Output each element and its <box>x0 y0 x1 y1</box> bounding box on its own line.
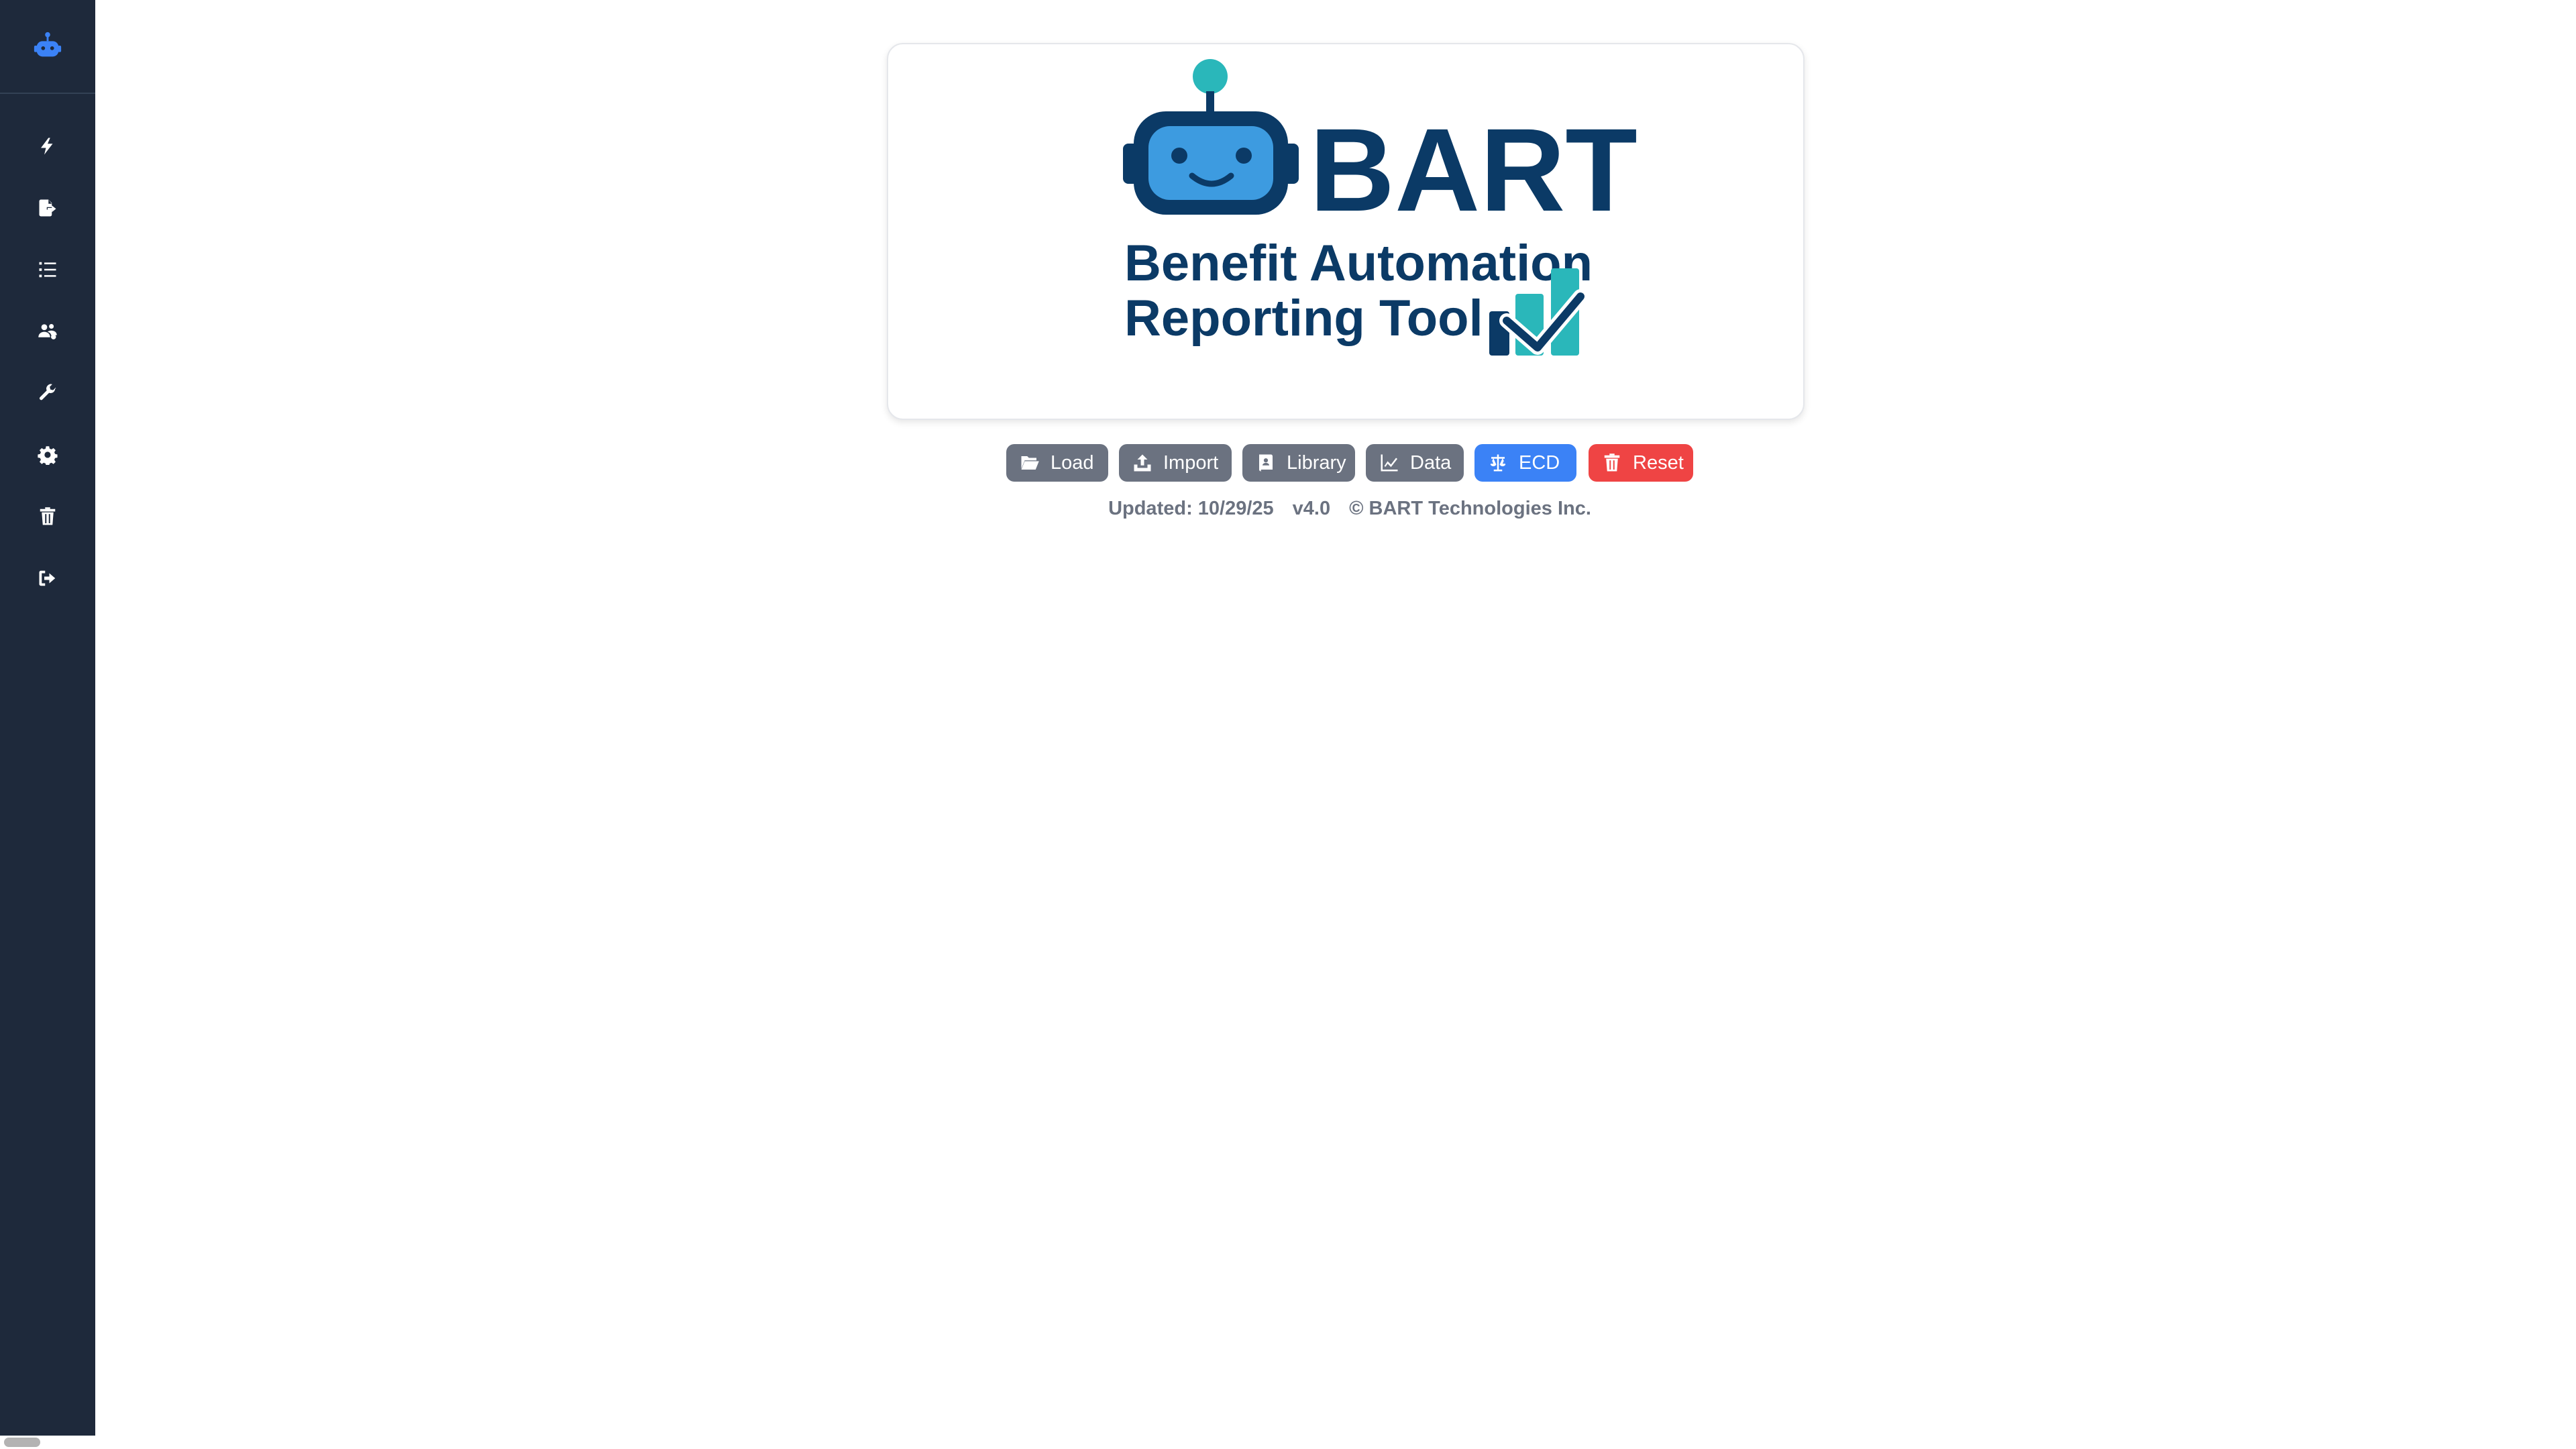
trash-icon <box>40 507 56 525</box>
line-chart-icon <box>1381 454 1398 472</box>
sidebar-item-export[interactable] <box>0 181 95 235</box>
sidebar-item-delete[interactable] <box>0 490 95 543</box>
bart-logo: BART Benefit Automation Reporting Tool <box>1123 59 1638 356</box>
sidebar-item-settings[interactable] <box>0 428 95 482</box>
ecd-button[interactable]: ECD <box>1474 444 1576 482</box>
sidebar-item-list[interactable] <box>0 243 95 297</box>
trash-icon <box>1604 453 1620 472</box>
logo-subtitle-line2: Reporting Tool <box>1124 290 1483 347</box>
balance-scale-icon <box>1490 454 1506 472</box>
library-button-label: Library <box>1287 451 1346 474</box>
library-button[interactable]: Library <box>1242 444 1355 482</box>
list-ol-icon <box>39 262 56 278</box>
sign-out-icon <box>39 570 56 586</box>
book-icon <box>1259 454 1273 472</box>
ecd-button-label: ECD <box>1519 451 1560 474</box>
bolt-icon <box>41 138 53 155</box>
sidebar-logo[interactable] <box>0 0 95 94</box>
wrench-icon <box>40 384 56 400</box>
app-root: BART Benefit Automation Reporting Tool L… <box>0 0 2576 1449</box>
sidebar <box>0 0 95 1436</box>
version-info: Updated: 10/29/25 v4.0 © BART Technologi… <box>1006 495 1693 522</box>
import-button[interactable]: Import <box>1119 444 1232 482</box>
load-button[interactable]: Load <box>1006 444 1108 482</box>
sidebar-item-users[interactable] <box>0 305 95 358</box>
data-button[interactable]: Data <box>1366 444 1464 482</box>
robot-logo-icon <box>1123 59 1299 215</box>
sidebar-item-quick-actions[interactable] <box>0 119 95 173</box>
users-cog-icon <box>38 324 57 339</box>
import-button-label: Import <box>1163 451 1219 474</box>
scrollbar-thumb[interactable] <box>4 1438 40 1447</box>
data-button-label: Data <box>1410 451 1452 474</box>
logo-subtitle-line1: Benefit Automation <box>1124 235 1593 292</box>
sidebar-item-logout[interactable] <box>0 551 95 605</box>
load-button-label: Load <box>1051 451 1094 474</box>
upload-icon <box>1134 454 1151 472</box>
sidebar-item-tools[interactable] <box>0 366 95 420</box>
folder-open-icon <box>1021 456 1039 470</box>
reset-button-label: Reset <box>1633 451 1684 474</box>
updated-date: Updated: 10/29/25 <box>1108 497 1274 519</box>
robot-icon <box>34 32 62 57</box>
file-export-icon <box>39 199 56 217</box>
copyright-text: © BART Technologies Inc. <box>1349 497 1591 519</box>
logo-card: BART Benefit Automation Reporting Tool <box>887 43 1805 420</box>
version-label: v4.0 <box>1292 497 1331 519</box>
gear-icon <box>38 446 58 465</box>
reset-button[interactable]: Reset <box>1589 444 1693 482</box>
logo-title: BART <box>1309 105 1638 236</box>
